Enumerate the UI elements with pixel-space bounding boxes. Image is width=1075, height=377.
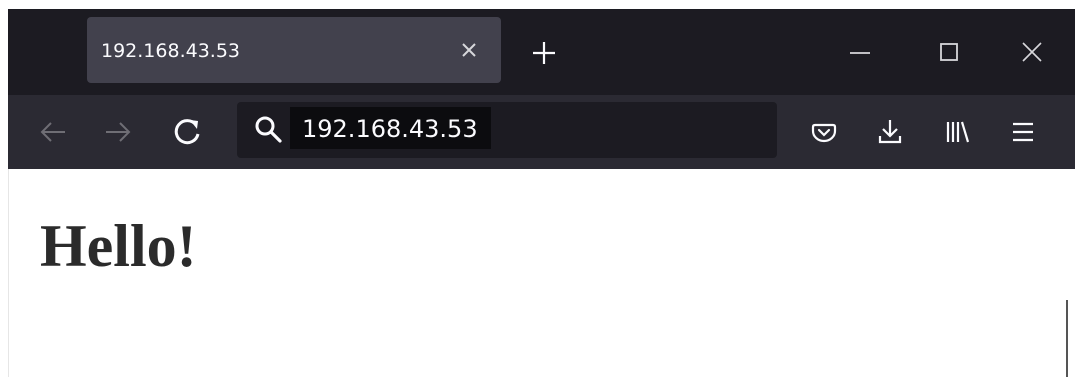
tab-strip: 192.168.43.53 bbox=[8, 9, 1075, 95]
arrow-right-icon[interactable] bbox=[98, 112, 138, 152]
tab-close-icon[interactable] bbox=[455, 36, 483, 64]
arrow-left-icon[interactable] bbox=[33, 112, 73, 152]
url-input[interactable]: 192.168.43.53 bbox=[290, 107, 491, 149]
navigation-toolbar: 192.168.43.53 bbox=[8, 95, 1075, 169]
tab-active[interactable]: 192.168.43.53 bbox=[87, 17, 501, 83]
tab-title: 192.168.43.53 bbox=[101, 40, 241, 62]
url-text: 192.168.43.53 bbox=[302, 115, 478, 143]
pocket-icon[interactable] bbox=[804, 112, 844, 152]
search-icon bbox=[253, 114, 283, 144]
library-icon[interactable] bbox=[937, 112, 977, 152]
address-bar[interactable]: 192.168.43.53 bbox=[237, 102, 777, 158]
hamburger-menu-icon[interactable] bbox=[1003, 112, 1043, 152]
browser-window: 192.168.43.53 192.168.43.53 Hello! bbox=[0, 0, 1075, 377]
close-window-icon[interactable] bbox=[1012, 37, 1052, 69]
page-content: Hello! bbox=[8, 169, 1068, 377]
minimize-icon[interactable] bbox=[840, 37, 880, 69]
reload-icon[interactable] bbox=[168, 112, 208, 152]
new-tab-plus-icon[interactable] bbox=[528, 37, 560, 69]
window-right-edge bbox=[1067, 169, 1075, 377]
maximize-icon[interactable] bbox=[929, 37, 969, 69]
page-heading: Hello! bbox=[40, 213, 197, 279]
scrollbar-edge bbox=[1066, 300, 1068, 377]
download-icon[interactable] bbox=[870, 112, 910, 152]
